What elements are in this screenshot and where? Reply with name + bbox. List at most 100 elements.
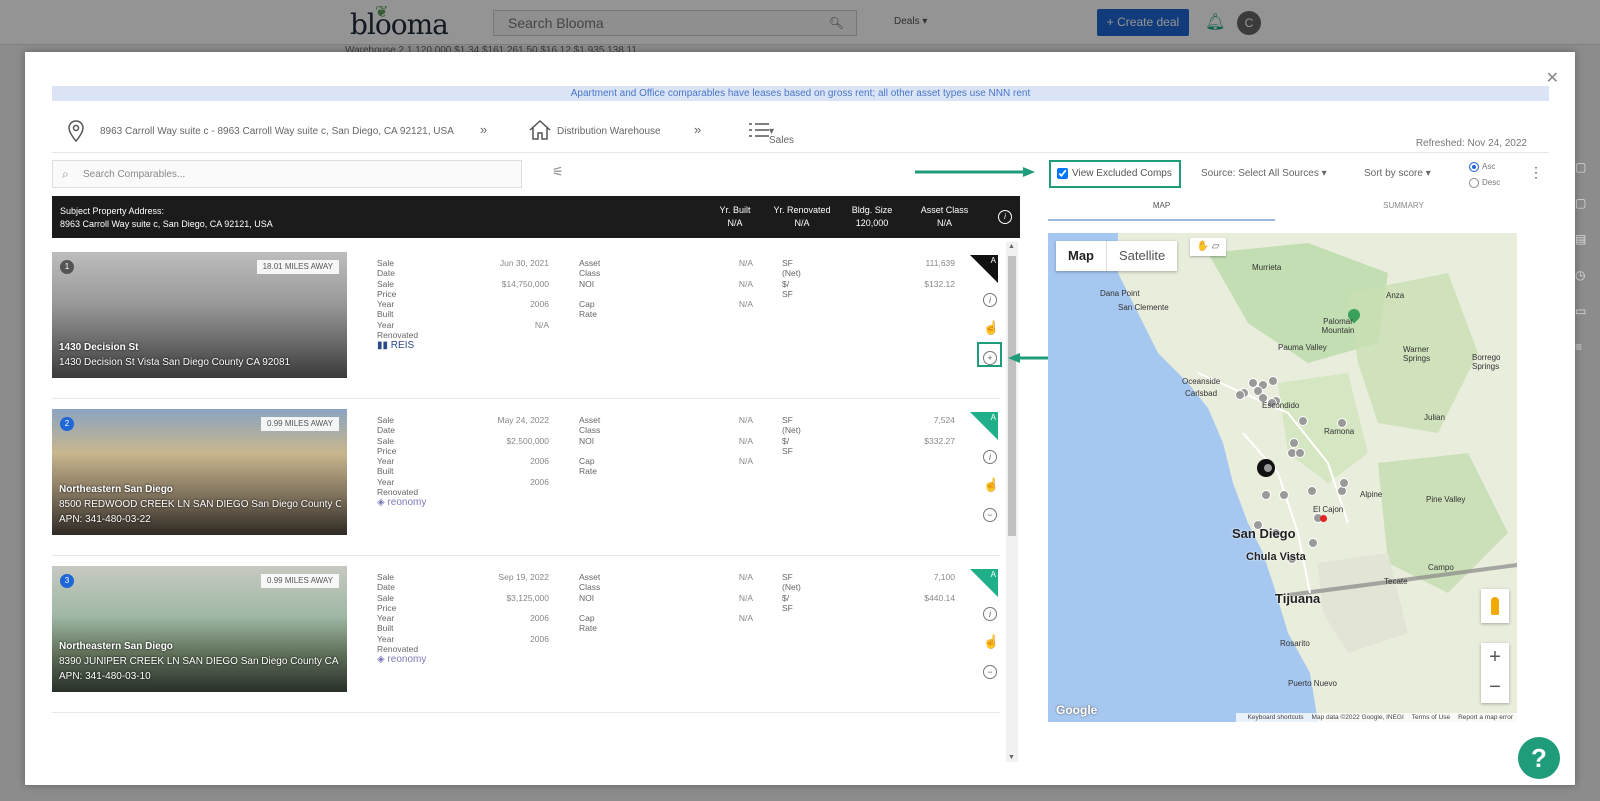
top-nav: blooma ❦ Search Blooma 🔍︎ Deals ▾ + Create… [0,0,1600,45]
map-marker[interactable] [1295,448,1305,458]
place-label: Palomar Mountain [1321,317,1355,335]
map-marker[interactable] [1308,538,1318,548]
more-options-icon[interactable]: ⋮ [1529,164,1543,181]
desc-radio[interactable]: Desc [1469,175,1500,191]
leaf-icon: ❦ [375,2,388,21]
comp-photo[interactable]: 2 0.99 MILES AWAY Northeastern San Diego… [52,409,347,535]
rent-basis-banner: Apartment and Office comparables have le… [52,86,1549,101]
col-label: Yr. Built [719,205,751,215]
map-data-text: Map data ©2022 Google, INEGI [1311,714,1404,721]
asc-radio[interactable]: Asc [1469,159,1500,175]
map-marker[interactable] [1261,490,1271,500]
subject-property-bar: Subject Property Address: 8963 Carroll Wa… [52,196,1020,238]
global-search-input[interactable]: Search Blooma 🔍︎ [493,10,857,36]
comp-photo-caption: Northeastern San Diego 8390 JUNIPER CREE… [59,639,341,684]
comment-icon: ▢ [1575,196,1587,210]
close-icon[interactable]: ✕ [1546,68,1559,88]
tab-summary[interactable]: SUMMARY [1290,201,1517,210]
field-label: Sale Price [377,279,397,299]
zoom-out-button[interactable]: − [1481,673,1509,703]
hand-draw-icon[interactable]: ✋ ▱ [1190,238,1226,256]
field-label: Cap Rate [579,456,597,476]
checkbox[interactable] [1057,168,1068,179]
exclude-minus-icon[interactable]: − [983,508,997,522]
place-label: Oceanside [1182,377,1221,386]
comp-card[interactable]: 3 0.99 MILES AWAY Northeastern San Diego… [52,556,1000,713]
terms-link[interactable]: Terms of Use [1412,714,1450,721]
exclude-minus-icon[interactable]: − [983,665,997,679]
map-marker[interactable] [1268,376,1278,386]
comp-card[interactable]: 2 0.99 MILES AWAY Northeastern San Diego… [52,399,1000,556]
field-label: Sale Price [377,593,397,613]
keyboard-shortcuts-link[interactable]: Keyboard shortcuts [1248,714,1304,721]
comp-address: 8390 JUNIPER CREEK LN SAN DIEGO San Dieg… [59,656,341,667]
google-logo: Google [1056,703,1098,717]
help-button[interactable]: ? [1518,737,1560,779]
map-marker[interactable] [1339,478,1349,488]
info-icon[interactable]: i [983,607,997,621]
deals-menu[interactable]: Deals ▾ [894,16,927,27]
sort-dropdown[interactable]: Sort by score ▾ [1364,168,1431,179]
comp-address: 1430 Decision St Vista San Diego County … [59,357,291,368]
hand-pointer-icon[interactable]: ☝ [983,478,999,493]
report-error-link[interactable]: Report a map error [1458,714,1513,721]
comp-rank-badge: 1 [60,260,74,274]
blooma-logo[interactable]: blooma ❦ [350,2,449,41]
map-marker[interactable] [1289,438,1299,448]
map-type-toggle: Map Satellite [1056,241,1178,271]
sale-price-value: $2,500,000 [506,436,549,446]
place-label: Ramona [1324,427,1355,436]
comp-card[interactable]: 1 18.01 MILES AWAY 1430 Decision St 1430… [52,242,1000,399]
comp-photo[interactable]: 3 0.99 MILES AWAY Northeastern San Diego… [52,566,347,692]
map-view[interactable]: Map Satellite ✋ ▱ Murrieta Anza Dana Poin… [1048,233,1517,722]
zoom-in-button[interactable]: + [1481,643,1509,673]
col-label: Yr. Renovated [773,205,831,215]
distance-badge: 18.01 MILES AWAY [256,260,339,274]
grade-tag: A [970,569,998,597]
noi-value: N/A [738,279,753,289]
source-dropdown[interactable]: Source: Select All Sources ▾ [1201,168,1327,179]
map-marker[interactable] [1279,490,1289,500]
comparables-modal: ✕ Apartment and Office comparables have … [25,52,1575,785]
bell-icon[interactable]: 🔔︎ [1205,12,1225,32]
field-label: Sale Date [377,572,395,592]
map-type-map[interactable]: Map [1056,241,1106,271]
map-marker[interactable] [1298,416,1308,426]
comp-type-dropdown[interactable]: Sales ▾ [769,126,794,146]
street-view-pegman-icon[interactable] [1481,589,1509,623]
place-label: Tecate [1384,577,1408,586]
map-type-satellite[interactable]: Satellite [1106,241,1177,271]
place-label: Pine Valley [1426,495,1466,504]
info-icon[interactable]: i [983,293,997,307]
subject-marker[interactable] [1320,515,1327,522]
field-label: SF (Net) [782,572,801,592]
comps-search-input[interactable]: ⌕ Search Comparables... [52,160,522,188]
field-label: NOI [579,436,595,446]
create-deal-button[interactable]: + Create deal [1097,9,1189,36]
place-label: Chula Vista [1246,551,1306,563]
info-icon[interactable]: i [998,210,1012,224]
place-label: Tijuana [1275,591,1321,606]
hand-pointer-icon[interactable]: ☝ [983,635,999,650]
hand-pointer-icon[interactable]: ☝ [983,321,999,336]
comps-list: 1 18.01 MILES AWAY 1430 Decision St 1430… [52,242,1020,762]
year-renovated-value: N/A [534,320,549,330]
comp-apn: APN: 341-480-03-10 [59,671,151,682]
info-icon[interactable]: i [983,450,997,464]
comp-rank-badge: 3 [60,574,74,588]
refreshed-date: Refreshed: Nov 24, 2022 [1415,138,1527,149]
col-label: Asset Class [920,205,969,215]
place-label: Dana Point [1100,289,1140,298]
comp-photo[interactable]: 1 18.01 MILES AWAY 1430 Decision St 1430… [52,252,347,378]
map-marker[interactable] [1235,390,1245,400]
place-label: Julian [1424,413,1445,422]
map-marker[interactable] [1307,486,1317,496]
filter-sliders-icon[interactable]: ⚟ [552,164,564,180]
grade-tag: A [970,255,998,283]
scrollbar[interactable]: ▲ ▼ [1006,242,1018,762]
side-icon-rail: ▢ ▢ ▤ ◷ ▭ ≡ [1575,160,1600,400]
view-excluded-comps-checkbox[interactable]: View Excluded Comps [1049,160,1181,188]
avatar[interactable]: C [1237,11,1261,35]
breadcrumb-separator: » [480,122,488,137]
tab-map[interactable]: MAP [1048,201,1275,221]
